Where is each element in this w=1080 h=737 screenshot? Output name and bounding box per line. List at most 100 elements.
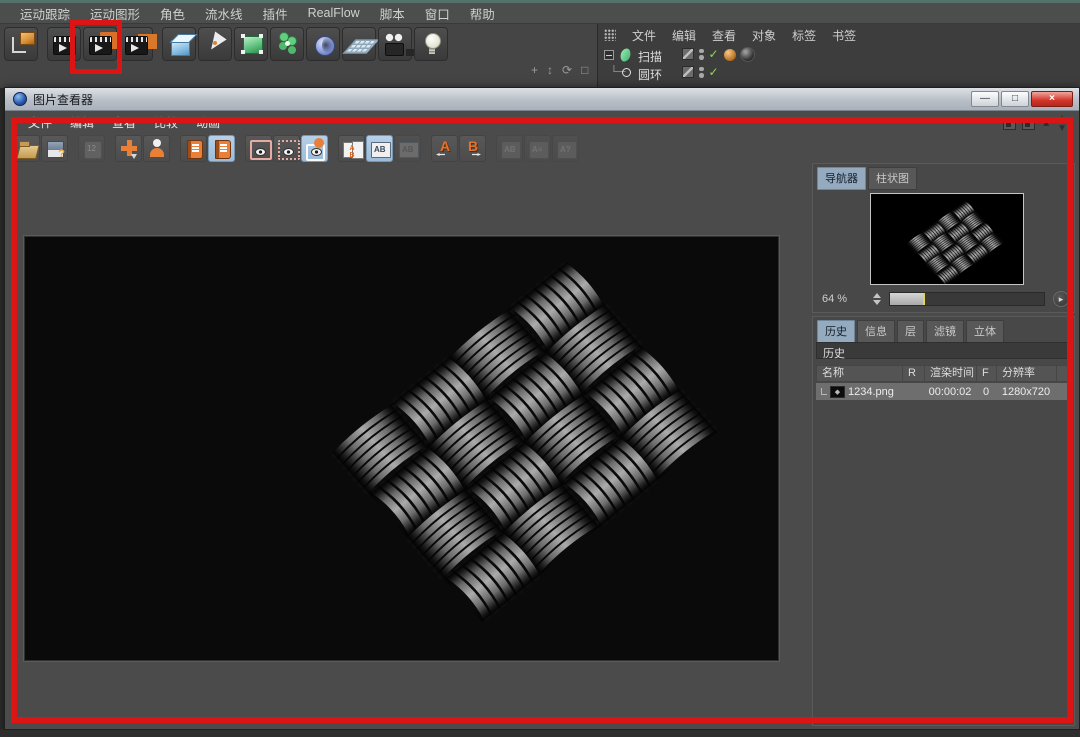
app-menu-item[interactable]: 运动跟踪	[10, 4, 80, 23]
ab-option-2-icon[interactable]	[524, 135, 551, 162]
app-menu-item[interactable]: 运动图形	[80, 4, 150, 23]
panel-tab[interactable]: 立体	[966, 320, 1004, 343]
panel-tab[interactable]: 信息	[857, 320, 895, 343]
pv-menu-item[interactable]: 编辑	[61, 114, 103, 131]
set-image-a-icon[interactable]	[431, 135, 458, 162]
col-resolution[interactable]: 分辨率	[997, 366, 1057, 381]
render-to-picture-viewer-icon[interactable]	[83, 27, 117, 61]
navigator-tab[interactable]: 柱状图	[868, 167, 917, 190]
light-icon[interactable]	[414, 27, 448, 61]
camera-icon[interactable]	[378, 27, 412, 61]
ab-mode-icon[interactable]	[394, 135, 421, 162]
ab-option-1-icon[interactable]	[496, 135, 523, 162]
save-image-icon[interactable]	[41, 135, 68, 162]
render-settings-icon[interactable]	[119, 27, 153, 61]
zoom-slider-fill	[890, 293, 923, 305]
subdivision-surface-icon[interactable]	[234, 27, 268, 61]
pv-menu-item[interactable]: 动画	[187, 114, 229, 131]
frame-range-icon[interactable]	[78, 135, 105, 162]
ab-option-3-icon[interactable]	[552, 135, 579, 162]
layer-toggle-icon[interactable]	[682, 48, 694, 60]
window-title: 图片查看器	[33, 91, 93, 108]
navigator-tabs: 导航器柱状图	[817, 167, 919, 190]
desktop-bottom-strip	[0, 730, 1080, 737]
om-menu-item[interactable]: 标签	[784, 27, 824, 44]
spline-pen-icon[interactable]	[198, 27, 232, 61]
ab-panels-icon[interactable]	[338, 135, 365, 162]
viewport-icon[interactable]: □	[581, 64, 588, 76]
add-cube-icon[interactable]	[162, 27, 196, 61]
object-label[interactable]: 扫描	[638, 48, 662, 65]
merge-channels-icon[interactable]	[115, 135, 142, 162]
om-menu-item[interactable]: 查看	[704, 27, 744, 44]
layer-toggle-icon[interactable]	[682, 66, 694, 78]
scale-icon[interactable]: ↕	[547, 64, 553, 76]
object-label[interactable]: 圆环	[638, 66, 662, 83]
om-menu-item[interactable]: 对象	[744, 27, 784, 44]
phong-tag-icon[interactable]	[724, 49, 736, 61]
app-menu-item[interactable]: 窗口	[415, 4, 460, 23]
render-view-icon[interactable]	[47, 27, 81, 61]
pv-menu-item[interactable]: 比较	[145, 114, 187, 131]
move-icon[interactable]: +	[531, 64, 538, 76]
pv-menu-item[interactable]: 文件	[19, 114, 61, 131]
floor-icon[interactable]	[342, 27, 376, 61]
app-menu-item[interactable]: 角色	[150, 4, 195, 23]
dock-panel-icon[interactable]	[1003, 119, 1016, 130]
expand-toggle-icon[interactable]	[604, 50, 614, 60]
visibility-dots-icon[interactable]	[699, 49, 704, 60]
visibility-dots-icon[interactable]	[699, 67, 704, 78]
enabled-check-icon[interactable]: ✓	[709, 48, 719, 60]
collapse-up-icon[interactable]: ▲	[1041, 119, 1051, 129]
pv-menu-item[interactable]: 查看	[103, 114, 145, 131]
app-menu-item[interactable]: 帮助	[460, 4, 505, 23]
compare-view-icon[interactable]	[301, 135, 328, 162]
col-name[interactable]: 名称	[817, 366, 903, 381]
deformer-icon[interactable]	[306, 27, 340, 61]
history-catalog-icon[interactable]	[180, 135, 207, 162]
maximize-button[interactable]: □	[1001, 91, 1029, 107]
col-render-time[interactable]: 渲染时间	[925, 366, 977, 381]
history-row[interactable]: ◆ 1234.png 00:00:02 0 1280x720	[816, 383, 1071, 400]
object-row-circle[interactable]: └─ 圆环 ✓	[598, 64, 1080, 82]
single-image-icon[interactable]	[143, 135, 170, 162]
zoom-slider-handle[interactable]	[923, 293, 925, 305]
app-menu-item[interactable]: 脚本	[370, 4, 415, 23]
array-mograph-icon[interactable]	[270, 27, 304, 61]
ab-compare-icon[interactable]	[366, 135, 393, 162]
material-tag-icon[interactable]	[740, 47, 755, 62]
thumbnail-weave-image	[871, 194, 1023, 284]
undock-panel-icon[interactable]	[1022, 119, 1035, 130]
render-canvas	[24, 236, 779, 661]
om-menu-item[interactable]: 编辑	[664, 27, 704, 44]
minimize-button[interactable]: —	[971, 91, 999, 107]
zoom-slider[interactable]	[889, 292, 1045, 306]
panel-tab[interactable]: 层	[897, 320, 924, 343]
set-image-b-icon[interactable]	[459, 135, 486, 162]
open-file-icon[interactable]	[13, 135, 40, 162]
app-menu-item[interactable]: 插件	[253, 4, 298, 23]
col-f[interactable]: F	[977, 366, 997, 381]
panel-tab[interactable]: 滤镜	[926, 320, 964, 343]
navigator-thumbnail[interactable]	[870, 193, 1024, 285]
close-button[interactable]: ×	[1031, 91, 1073, 107]
panel-tab[interactable]: 历史	[817, 320, 855, 343]
app-menu-item[interactable]: 流水线	[195, 4, 253, 23]
history-catalog-open-icon[interactable]	[208, 135, 235, 162]
enabled-check-icon[interactable]: ✓	[709, 66, 719, 78]
col-r[interactable]: R	[903, 366, 925, 381]
panel-menu-button[interactable]: ▸	[1053, 291, 1069, 307]
object-row-sweep[interactable]: 扫描 ✓	[598, 46, 1080, 64]
fit-region-icon[interactable]	[273, 135, 300, 162]
axis-cube-icon[interactable]	[4, 27, 38, 61]
zoom-spinner[interactable]	[873, 293, 881, 305]
drag-grip-icon[interactable]	[604, 29, 616, 41]
rotate-icon[interactable]: ⟳	[562, 64, 572, 76]
picture-viewer-titlebar[interactable]: 图片查看器 — □ ×	[5, 88, 1079, 111]
om-menu-item[interactable]: 文件	[624, 27, 664, 44]
fit-image-icon[interactable]	[245, 135, 272, 162]
collapse-updown-icon[interactable]: ▲▼	[1057, 114, 1067, 134]
app-menu-item[interactable]: RealFlow	[298, 6, 370, 20]
om-menu-item[interactable]: 书签	[824, 27, 864, 44]
navigator-tab[interactable]: 导航器	[817, 167, 866, 190]
